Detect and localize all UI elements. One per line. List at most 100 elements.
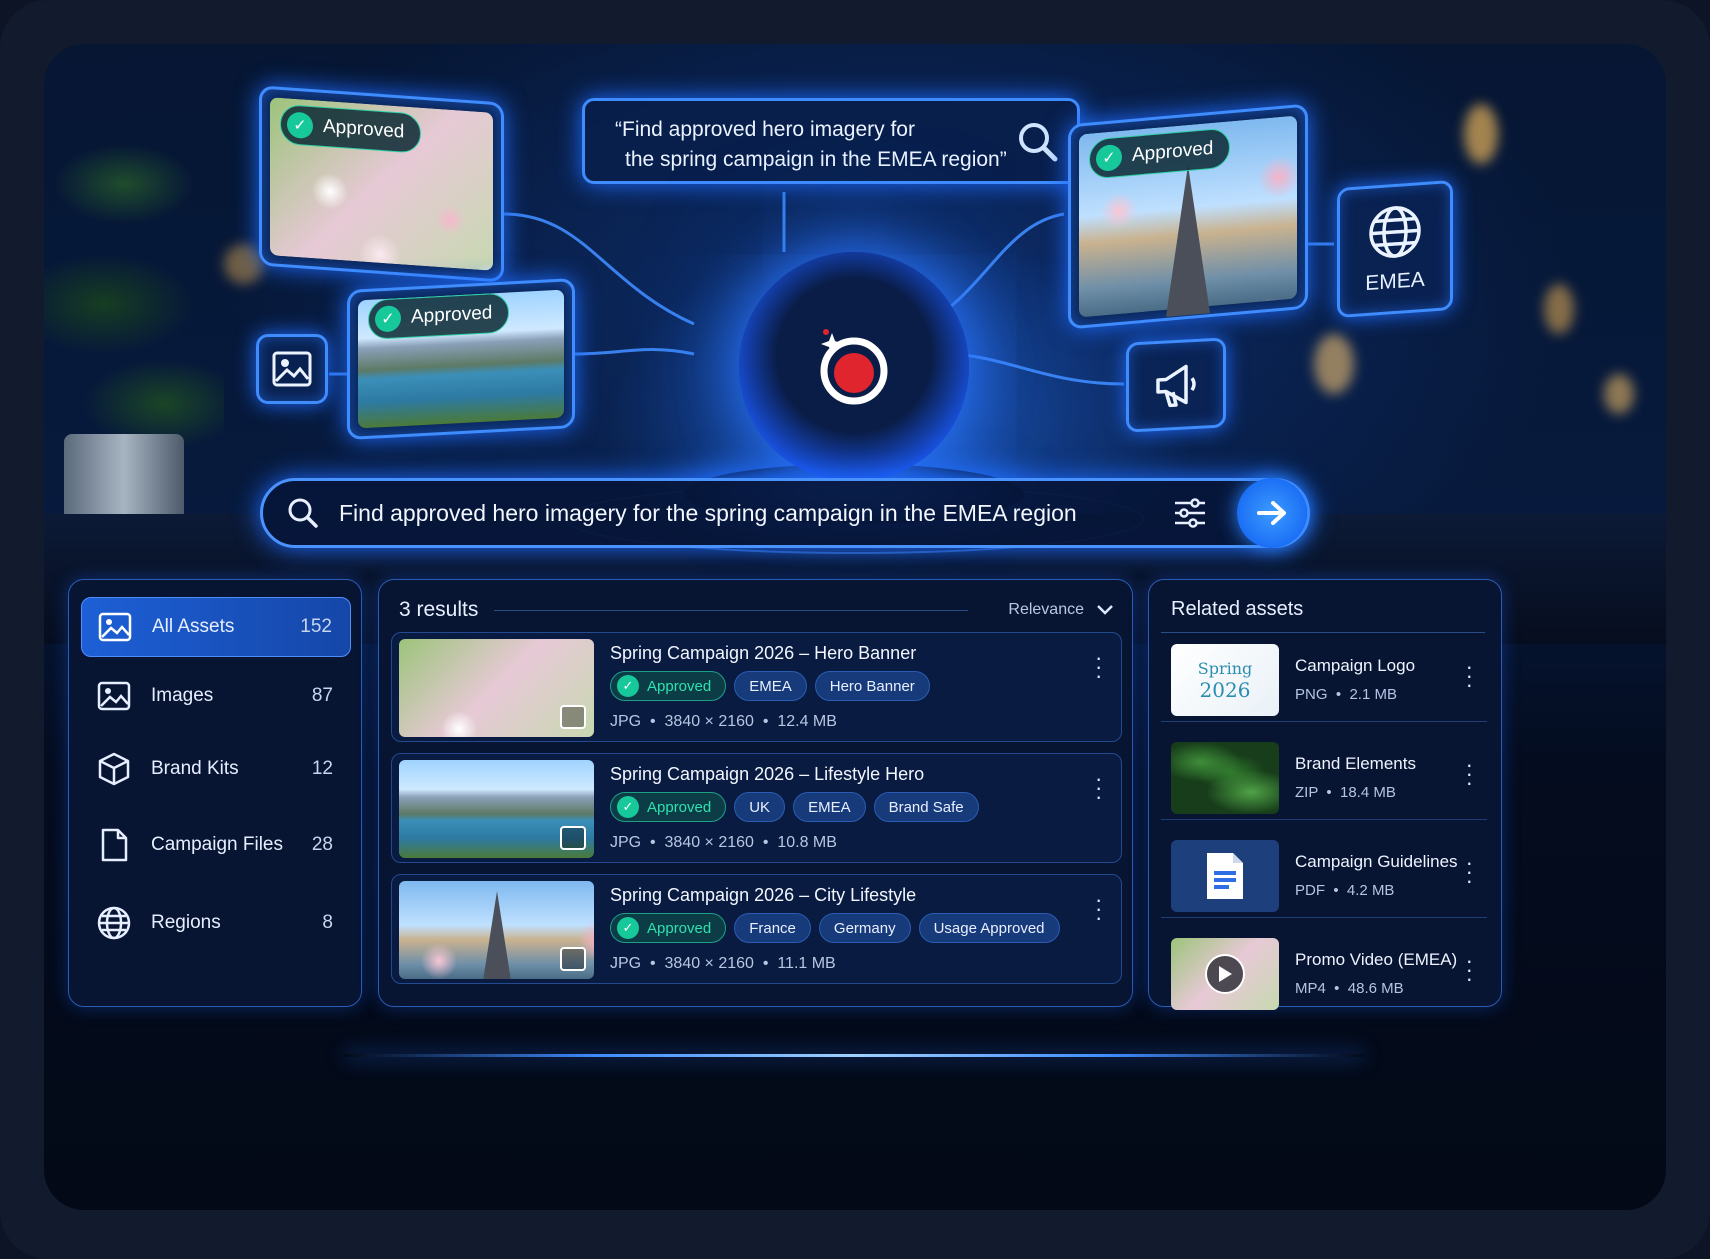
tag-list: ✓ Approved France Germany Usage Approved bbox=[610, 913, 1060, 943]
result-meta: JPG • 3840 × 2160 • 10.8 MB bbox=[610, 834, 837, 851]
check-icon: ✓ bbox=[617, 675, 639, 697]
file-size: 2.1 MB bbox=[1349, 686, 1397, 703]
sidebar-item-images[interactable]: Images 87 bbox=[81, 666, 351, 726]
logo-thumbnail: Spring 2026 bbox=[1171, 644, 1279, 716]
more-options-icon[interactable]: · · · bbox=[1466, 656, 1473, 696]
submit-search-button[interactable] bbox=[1237, 478, 1307, 548]
glow-line bbox=[344, 1054, 1364, 1057]
sort-dropdown[interactable]: Relevance bbox=[1008, 601, 1114, 619]
emea-label: EMEA bbox=[1365, 267, 1425, 296]
chevron-down-icon bbox=[1097, 605, 1113, 615]
sidebar-item-brand-kits[interactable]: Brand Kits 12 bbox=[81, 739, 351, 799]
approved-label: Approved bbox=[323, 115, 405, 143]
search-input[interactable]: Find approved hero imagery for the sprin… bbox=[339, 500, 1173, 527]
sidebar-item-count: 12 bbox=[311, 758, 333, 779]
related-asset-item[interactable]: Campaign Guidelines PDF • 4.2 MB · · · bbox=[1161, 834, 1487, 918]
tag-label: Approved bbox=[647, 919, 712, 937]
filter-icon[interactable] bbox=[1173, 498, 1207, 528]
eiffel-tower bbox=[482, 891, 511, 979]
sidebar-item-count: 8 bbox=[322, 912, 333, 933]
image-icon bbox=[98, 612, 132, 642]
result-card[interactable]: Spring Campaign 2026 – City Lifestyle ✓ A… bbox=[391, 874, 1122, 984]
asset-name: Promo Video (EMEA) bbox=[1295, 950, 1458, 969]
more-options-icon[interactable]: · · · bbox=[1095, 889, 1102, 929]
file-format: PNG bbox=[1295, 686, 1328, 703]
globe-icon bbox=[1369, 206, 1421, 258]
related-assets-title: Related assets bbox=[1171, 598, 1304, 620]
file-size: 18.4 MB bbox=[1340, 784, 1396, 801]
sidebar-item-label: All Assets bbox=[152, 616, 235, 637]
tag: EMEA bbox=[793, 792, 866, 822]
result-thumbnail bbox=[399, 760, 594, 858]
sidebar-item-count: 152 bbox=[300, 616, 332, 637]
ai-orb bbox=[739, 252, 969, 482]
check-icon: ✓ bbox=[617, 917, 639, 939]
eiffel-tower bbox=[1166, 163, 1210, 317]
check-icon: ✓ bbox=[287, 111, 313, 140]
image-icon-box bbox=[256, 334, 328, 404]
sidebar-item-label: Regions bbox=[151, 912, 221, 933]
result-thumbnail bbox=[399, 639, 594, 737]
more-options-icon[interactable]: · · · bbox=[1095, 768, 1102, 808]
tag-list: ✓ Approved EMEA Hero Banner bbox=[610, 671, 930, 701]
asset-name: Brand Elements bbox=[1295, 754, 1416, 773]
sidebar-item-count: 87 bbox=[311, 685, 333, 706]
more-options-icon[interactable]: · · · bbox=[1095, 647, 1102, 687]
related-asset-item[interactable]: Promo Video (EMEA) MP4 • 48.6 MB · · · bbox=[1161, 932, 1487, 1016]
tag: EMEA bbox=[734, 671, 807, 701]
image-type-icon bbox=[560, 826, 586, 850]
file-format: MP4 bbox=[1295, 980, 1326, 997]
cube-icon bbox=[98, 752, 130, 786]
result-meta: JPG • 3840 × 2160 • 12.4 MB bbox=[610, 713, 837, 730]
check-icon: ✓ bbox=[1096, 143, 1122, 173]
asset-name: Campaign Logo bbox=[1295, 656, 1416, 675]
play-triangle bbox=[1219, 966, 1232, 982]
approved-label: Approved bbox=[411, 302, 493, 328]
tag: France bbox=[734, 913, 811, 943]
file-size: 11.1 MB bbox=[777, 955, 836, 972]
related-asset-item[interactable]: Spring 2026 Campaign Logo PNG • 2.1 MB · ·… bbox=[1161, 638, 1487, 722]
sidebar-item-regions[interactable]: Regions 8 bbox=[81, 893, 351, 953]
more-options-icon[interactable]: · · · bbox=[1466, 950, 1473, 990]
globe-icon bbox=[97, 906, 131, 940]
thumb-text: 2026 bbox=[1199, 677, 1251, 702]
screen: ✓ Approved ✓ Approved “Find approved hero … bbox=[44, 44, 1666, 1210]
result-card[interactable]: Spring Campaign 2026 – Hero Banner ✓ Appr… bbox=[391, 632, 1122, 742]
check-icon: ✓ bbox=[617, 796, 639, 818]
thumb-text: Spring bbox=[1197, 658, 1253, 678]
tag: Germany bbox=[818, 913, 911, 943]
result-thumbnail bbox=[399, 881, 594, 979]
leaves-thumbnail bbox=[1171, 742, 1279, 814]
more-options-icon[interactable]: · · · bbox=[1466, 852, 1473, 892]
sidebar-item-all-assets[interactable]: All Assets 152 bbox=[81, 597, 351, 657]
search-icon bbox=[288, 498, 318, 528]
arrow-right-icon bbox=[1257, 501, 1286, 525]
file-size: 10.8 MB bbox=[777, 834, 837, 851]
asset-name: Campaign Guidelines bbox=[1295, 852, 1458, 871]
image-type-icon bbox=[560, 705, 586, 729]
approved-badge: ✓ Approved bbox=[368, 292, 510, 340]
more-options-icon[interactable]: · · · bbox=[1466, 754, 1473, 794]
asset-meta: MP4 • 48.6 MB bbox=[1295, 980, 1404, 997]
file-size: 48.6 MB bbox=[1347, 980, 1404, 997]
device-frame: ✓ Approved ✓ Approved “Find approved hero … bbox=[0, 0, 1710, 1259]
document-icon bbox=[1207, 853, 1243, 899]
result-title: Spring Campaign 2026 – Lifestyle Hero bbox=[610, 764, 925, 784]
image-icon bbox=[272, 351, 312, 387]
holo-card-mountain: ✓ Approved bbox=[347, 278, 575, 440]
emea-region-box: EMEA bbox=[1337, 179, 1453, 319]
asset-meta: PNG • 2.1 MB bbox=[1295, 686, 1397, 703]
search-bar[interactable]: Find approved hero imagery for the sprin… bbox=[260, 478, 1310, 548]
related-asset-item[interactable]: Brand Elements ZIP • 18.4 MB · · · bbox=[1161, 736, 1487, 820]
sidebar-item-campaign-files[interactable]: Campaign Files 28 bbox=[81, 815, 351, 875]
query-line-2: the spring campaign in the EMEA region” bbox=[625, 148, 1007, 171]
result-title: Spring Campaign 2026 – Hero Banner bbox=[610, 643, 917, 663]
result-card[interactable]: Spring Campaign 2026 – Lifestyle Hero ✓ A… bbox=[391, 753, 1122, 863]
file-dimensions: 3840 × 2160 bbox=[664, 713, 754, 730]
sidebar-item-label: Campaign Files bbox=[151, 834, 283, 855]
file-format: PDF bbox=[1295, 882, 1325, 899]
tag-label: Approved bbox=[647, 677, 712, 695]
check-icon: ✓ bbox=[375, 305, 401, 333]
divider bbox=[1161, 632, 1485, 633]
file-icon bbox=[101, 828, 128, 862]
